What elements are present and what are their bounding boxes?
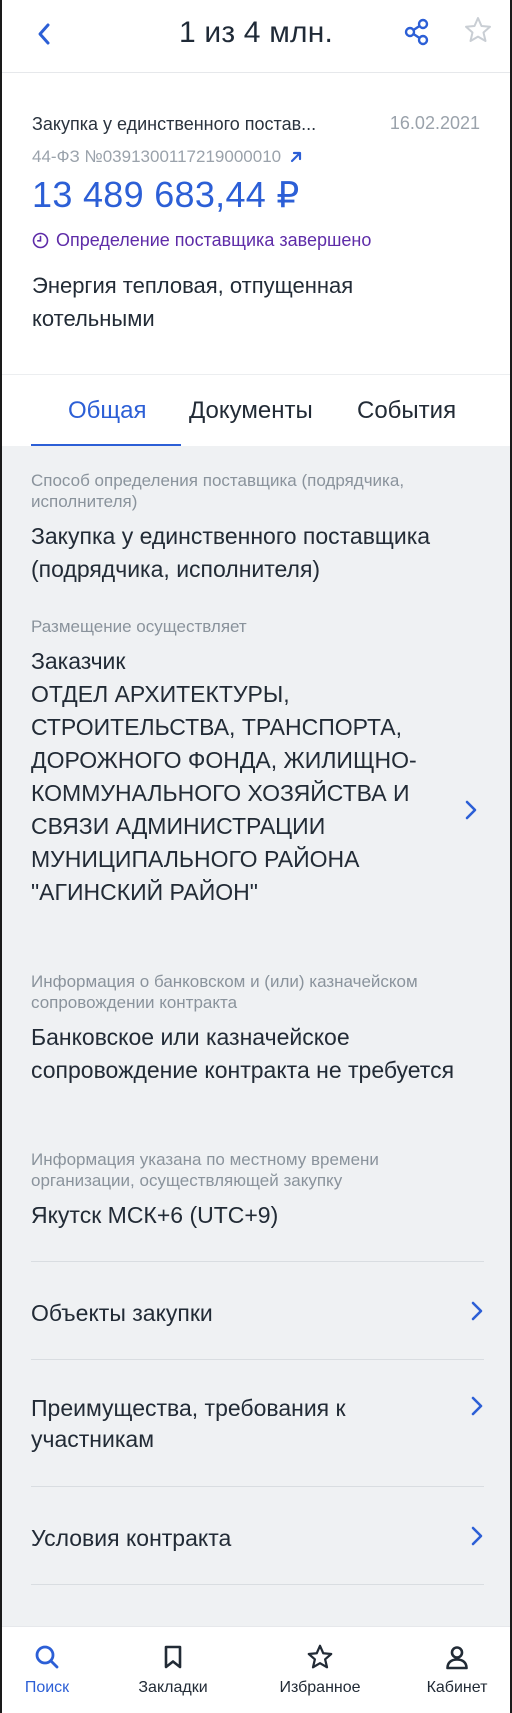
favorite-button[interactable] (460, 12, 496, 48)
procurement-date: 16.02.2021 (389, 113, 480, 133)
registry-number: 44-ФЗ №0391300117219000010 (32, 147, 282, 166)
status-line: Определение поставщика завершено (32, 230, 371, 251)
nav-row-label: Преимущества, требования к участникам (31, 1395, 346, 1452)
nav-bookmarks-label: Закладки (138, 1679, 208, 1696)
bank-field-label: Информация о банковском и (или) казначей… (31, 972, 418, 1012)
nav-favorites[interactable]: Избранное (274, 1627, 366, 1713)
chevron-right-icon (465, 800, 477, 820)
share-button[interactable] (399, 14, 435, 50)
nav-row-advantages-requirements[interactable]: Преимущества, требования к участникам (31, 1393, 484, 1455)
method-field-label: Способ определения поставщика (подрядчик… (31, 471, 405, 511)
timezone-field-value: Якутск МСК+6 (UTC+9) (31, 1202, 279, 1228)
general-tab-content: Способ определения поставщика (подрядчик… (2, 446, 510, 1626)
tab-bar: Общая Документы События (2, 374, 510, 447)
nav-search-label: Поиск (24, 1679, 70, 1696)
search-icon (33, 1643, 61, 1671)
external-link-arrow-icon (291, 151, 302, 163)
nav-row-label: Условия контракта (31, 1525, 232, 1551)
procurement-method: Закупка у единственного постав... (32, 114, 317, 134)
placer-role: Заказчик (31, 648, 126, 674)
nav-row-contract-terms[interactable]: Условия контракта (31, 1523, 484, 1554)
tab-general[interactable]: Общая (68, 397, 147, 425)
star-icon (306, 1643, 334, 1671)
nav-search[interactable]: Поиск (16, 1627, 78, 1713)
contract-price: 13 489 683,44 ₽ (32, 174, 300, 215)
tab-documents[interactable]: Документы (189, 397, 313, 425)
top-bar: 1 из 4 млн. (2, 0, 510, 73)
chevron-right-icon (470, 1300, 484, 1327)
nav-favorites-label: Избранное (279, 1679, 361, 1696)
bank-field-value: Банковское или казначейское сопровождени… (31, 1024, 455, 1083)
app-frame: 1 из 4 млн. Закупка у единственного пост… (0, 0, 512, 1713)
share-icon (404, 18, 429, 46)
bottom-navigation: Поиск Закладки Избранное Кабинет (2, 1626, 510, 1713)
nav-row-label: Объекты закупки (31, 1300, 213, 1326)
divider (31, 1486, 484, 1487)
nav-bookmarks[interactable]: Закладки (130, 1627, 216, 1713)
chevron-right-icon (470, 1525, 484, 1552)
bookmark-icon (162, 1643, 184, 1671)
procurement-summary: Закупка у единственного постав... 16.02.… (2, 74, 510, 374)
user-icon (444, 1643, 470, 1671)
nav-cabinet-label: Кабинет (426, 1679, 488, 1696)
divider (31, 1359, 484, 1360)
procurement-subject: Энергия тепловая, отпущенная котельными (32, 273, 354, 331)
chevron-right-icon (470, 1395, 484, 1422)
divider (31, 1261, 484, 1262)
placer-field-label: Размещение осуществляет (31, 617, 247, 636)
placer-name[interactable]: ОТДЕЛ АРХИТЕКТУРЫ, СТРОИТЕЛЬСТВА, ТРАНСП… (31, 678, 431, 909)
divider (31, 1584, 484, 1585)
nav-cabinet[interactable]: Кабинет (420, 1627, 494, 1713)
registry-number-link[interactable]: 44-ФЗ №0391300117219000010 (32, 147, 303, 167)
status-text: Определение поставщика завершено (56, 230, 372, 250)
placer-open-button[interactable] (464, 799, 478, 826)
star-outline-icon (465, 17, 491, 42)
method-field-value: Закупка у единственного поставщика (подр… (31, 523, 431, 582)
timezone-field-label: Информация указана по местному времени о… (31, 1150, 379, 1190)
nav-row-purchase-objects[interactable]: Объекты закупки (31, 1298, 484, 1329)
tab-events[interactable]: События (357, 397, 456, 425)
clock-icon (32, 232, 49, 249)
